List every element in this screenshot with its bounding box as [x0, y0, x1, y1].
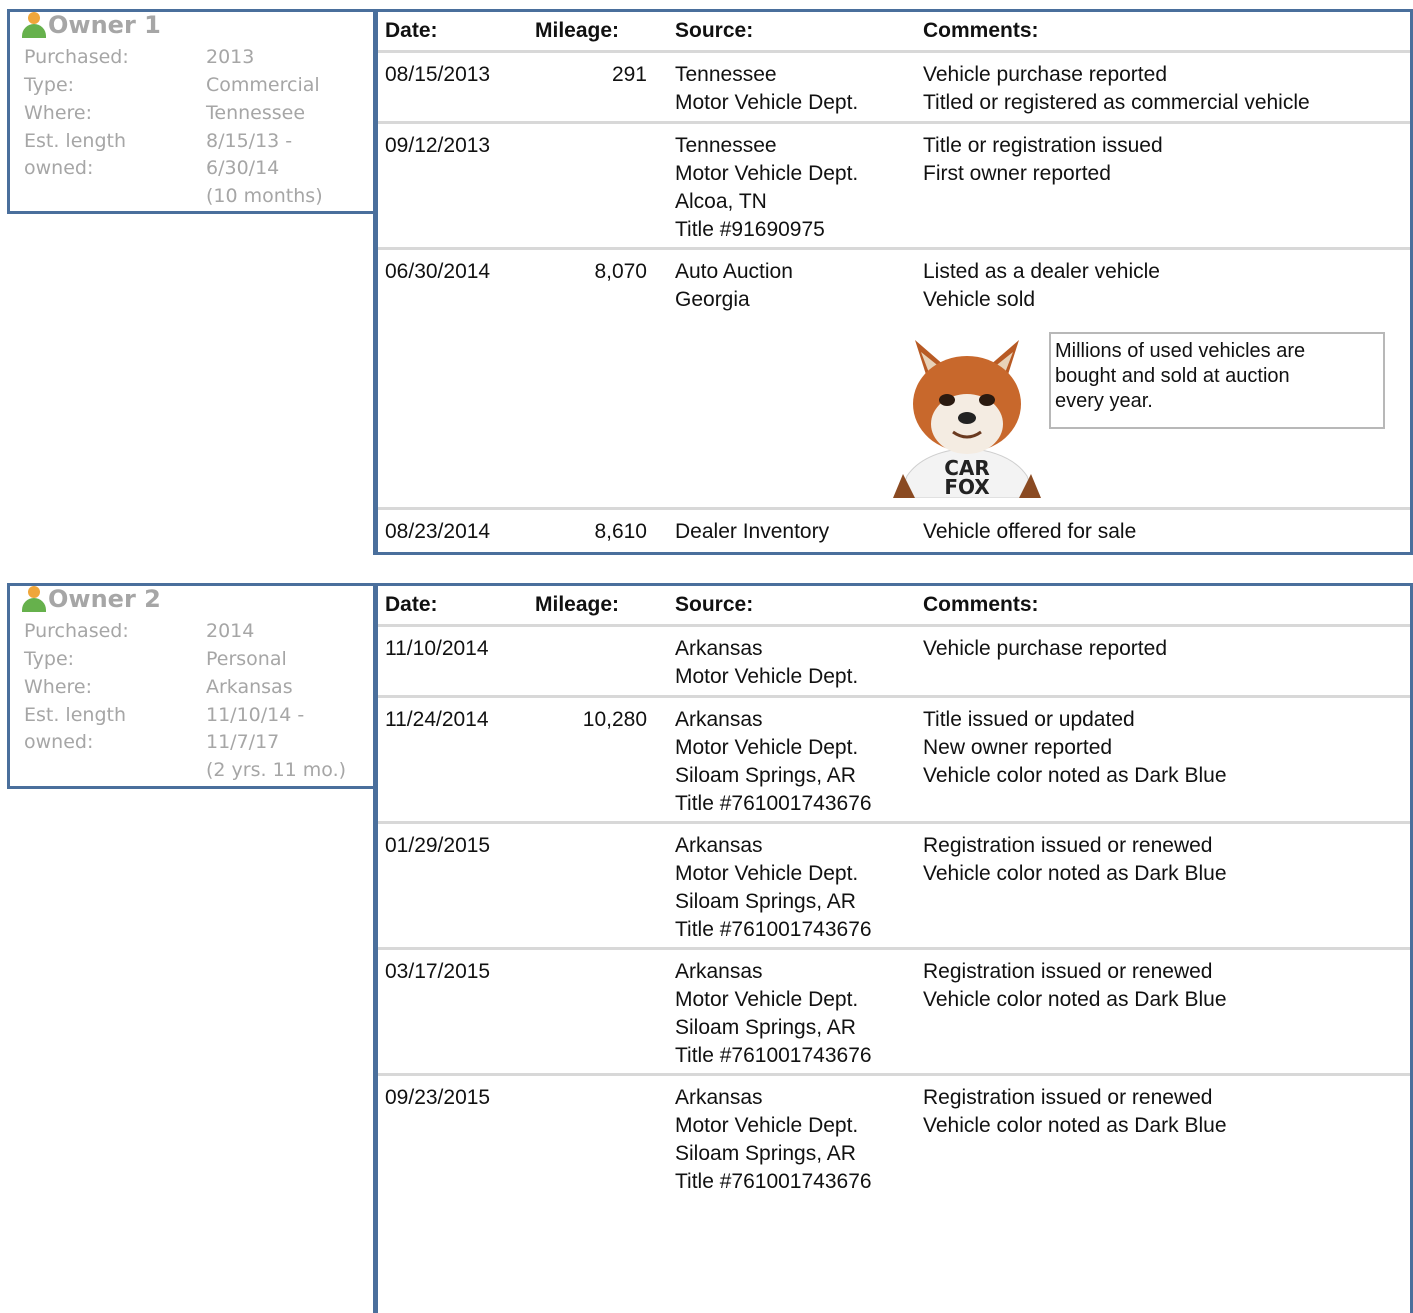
table-row: 08/15/2013 291 Tennessee Motor Vehicle De… [378, 53, 1410, 124]
record-source: Arkansas Motor Vehicle Dept. Siloam Spring… [675, 960, 872, 1067]
header-source: Source: [675, 593, 754, 616]
record-source: Auto Auction Georgia [675, 260, 793, 311]
header-comments: Comments: [923, 593, 1039, 616]
record-date: 08/23/2014 [385, 520, 491, 543]
record-comments: Listed as a dealer vehicle Vehicle sold [923, 260, 1160, 311]
record-source: Tennessee Motor Vehicle Dept. [675, 63, 859, 114]
record-date: 09/12/2013 [385, 134, 491, 157]
history-table: Date: Mileage: Source: Comments: 08/15/2… [373, 9, 1413, 555]
record-comments: Title issued or updated New owner reporte… [923, 708, 1227, 787]
owner-2-section: Owner 2 Purchased: 2014 Type: Personal Whe… [0, 583, 1413, 1313]
record-date: 01/29/2015 [385, 834, 491, 857]
carfox-mascot-image: CAR FOX [893, 340, 1041, 498]
record-source: Tennessee Motor Vehicle Dept. Alcoa, TN Tit… [675, 134, 859, 241]
table-row: 09/23/2015 Arkansas Motor Vehicle Dept. Si… [378, 1076, 1410, 1202]
record-comments: Registration issued or renewed Vehicle co… [923, 1086, 1227, 1137]
person-icon [22, 586, 46, 612]
owner-title-text: Owner 1 [48, 11, 161, 39]
owner-title: Owner 2 [22, 585, 161, 613]
record-date: 09/23/2015 [385, 1086, 491, 1109]
record-comments: Registration issued or renewed Vehicle co… [923, 960, 1227, 1011]
owner-title: Owner 1 [22, 11, 161, 39]
history-table: Date: Mileage: Source: Comments: 11/10/2… [373, 583, 1413, 1313]
table-row: 06/30/2014 8,070 Auto Auction Georgia Lis… [378, 250, 1410, 510]
owner-1-section: Owner 1 Purchased: 2013 Type: Commercial W… [0, 9, 1413, 555]
svg-text:FOX: FOX [944, 475, 990, 498]
record-comments: Vehicle purchase reported [923, 637, 1167, 660]
record-source: Dealer Inventory [675, 520, 830, 543]
record-mileage: 10,280 [582, 708, 647, 731]
table-row: 03/17/2015 Arkansas Motor Vehicle Dept. Si… [378, 950, 1410, 1076]
record-date: 03/17/2015 [385, 960, 491, 983]
record-comments: Registration issued or renewed Vehicle co… [923, 834, 1227, 885]
table-row: 08/23/2014 8,610 Dealer Inventory Vehicl… [378, 510, 1410, 552]
record-date: 11/24/2014 [385, 708, 489, 731]
record-source: Arkansas Motor Vehicle Dept. [675, 637, 859, 688]
record-mileage: 291 [611, 63, 647, 86]
table-header: Date: Mileage: Source: Comments: [378, 12, 1410, 53]
header-source: Source: [675, 19, 754, 42]
record-source: Arkansas Motor Vehicle Dept. Siloam Spring… [675, 1086, 872, 1193]
table-header: Date: Mileage: Source: Comments: [378, 586, 1410, 627]
owner-title-text: Owner 2 [48, 585, 161, 613]
record-mileage: 8,610 [594, 520, 647, 543]
record-mileage: 8,070 [594, 260, 647, 283]
record-date: 06/30/2014 [385, 260, 491, 283]
header-comments: Comments: [923, 19, 1039, 42]
record-source: Arkansas Motor Vehicle Dept. Siloam Spring… [675, 834, 872, 941]
table-row: 11/24/2014 10,280 Arkansas Motor Vehicle … [378, 698, 1410, 824]
header-date: Date: [385, 593, 438, 616]
record-comments: Vehicle purchase reported Titled or regis… [923, 63, 1310, 114]
record-comments: Vehicle offered for sale [923, 520, 1137, 543]
table-row: 11/10/2014 Arkansas Motor Vehicle Dept. V… [378, 627, 1410, 698]
header-mileage: Mileage: [535, 19, 620, 42]
table-row: 09/12/2013 Tennessee Motor Vehicle Dept. A… [378, 124, 1410, 250]
table-row: 01/29/2015 Arkansas Motor Vehicle Dept. Si… [378, 824, 1410, 950]
header-mileage: Mileage: [535, 593, 620, 616]
record-source: Arkansas Motor Vehicle Dept. Siloam Spring… [675, 708, 872, 815]
header-date: Date: [385, 19, 438, 42]
person-icon [22, 12, 46, 38]
record-date: 08/15/2013 [385, 63, 491, 86]
record-date: 11/10/2014 [385, 637, 489, 660]
record-comments: Title or registration issued First owner … [923, 134, 1163, 185]
auction-tip-box: Millions of used vehicles are bought and … [1049, 332, 1385, 429]
